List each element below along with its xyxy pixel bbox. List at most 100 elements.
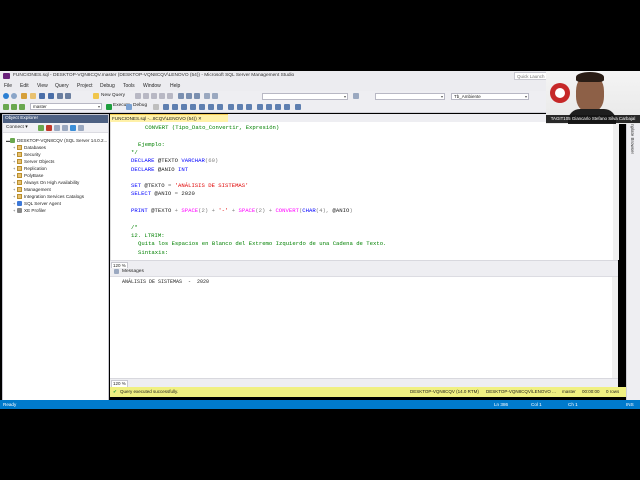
specify-values-icon[interactable] xyxy=(295,104,301,110)
dax-query-icon[interactable] xyxy=(167,93,173,99)
filter-icon[interactable] xyxy=(62,125,68,131)
code-line: SET @TEXTO = 'ANÁLISIS DE SISTEMAS' xyxy=(131,182,249,190)
new-query-icon[interactable] xyxy=(93,93,99,99)
tree-item-server-objects[interactable]: + Server Objects xyxy=(13,158,54,165)
folder-icon xyxy=(17,187,22,193)
code-line: CONVERT (Tipo_Dato_Convertir, Expresión) xyxy=(145,124,280,131)
menu-file[interactable]: File xyxy=(4,82,12,91)
messages-scrollbar[interactable] xyxy=(612,277,618,379)
connect-icon[interactable] xyxy=(3,104,9,110)
tree-item-databases[interactable]: + Databases xyxy=(13,144,46,151)
close-tab-icon[interactable]: ✕ xyxy=(198,116,202,121)
mdx-query-icon[interactable] xyxy=(143,93,149,99)
include-plan-icon[interactable] xyxy=(199,104,205,110)
letterbox-top xyxy=(0,0,640,71)
undo-icon[interactable] xyxy=(57,93,63,99)
new-project-icon[interactable] xyxy=(21,93,27,99)
tree-item-management[interactable]: + Management xyxy=(13,186,51,193)
tree-item-always-on[interactable]: + Always On High Availability xyxy=(13,179,79,186)
database-combo[interactable]: master ▾ xyxy=(30,103,102,110)
tree-item-replication[interactable]: + Replication xyxy=(13,165,47,172)
save-all-icon[interactable] xyxy=(48,93,54,99)
change-connection-icon[interactable] xyxy=(11,104,17,110)
tree-item-polybase[interactable]: + PolyBase xyxy=(13,172,43,179)
activity-monitor-icon[interactable] xyxy=(78,125,84,131)
results-file-icon[interactable] xyxy=(246,104,252,110)
template-browser-panel[interactable]: Template Browser xyxy=(626,114,640,400)
undo2-icon[interactable] xyxy=(204,93,210,99)
messages-icon xyxy=(114,269,119,274)
tree-item-sql-server-agent[interactable]: + SQL Server Agent xyxy=(13,200,61,207)
server-node[interactable]: ▬ DESKTOP-VQN8CQV (SQL Server 14.0.2... xyxy=(6,137,107,144)
xmla-query-icon[interactable] xyxy=(159,93,165,99)
cut-icon[interactable] xyxy=(178,93,184,99)
debug-icon[interactable] xyxy=(126,104,132,110)
cancel-query-icon[interactable] xyxy=(153,104,159,110)
parse-icon[interactable] xyxy=(163,104,169,110)
refresh-icon[interactable] xyxy=(70,125,76,131)
copy-icon[interactable] xyxy=(186,93,192,99)
available-db-icon[interactable] xyxy=(19,104,25,110)
target-combo[interactable]: Tb_Ambiente ▾ xyxy=(451,93,529,100)
dmx-query-icon[interactable] xyxy=(151,93,157,99)
menu-window[interactable]: Window xyxy=(143,82,161,91)
tab-funciones-sql[interactable]: FUNCIONES.sql -...8CQV\LENOVO (54)) ✕ xyxy=(110,114,228,122)
uncomment-icon[interactable] xyxy=(266,104,272,110)
status-database: master xyxy=(562,389,576,394)
folder-icon xyxy=(17,159,22,165)
sql-editor-toolbar: master ▾ Execute Debug xyxy=(0,102,640,113)
results-text-icon[interactable] xyxy=(228,104,234,110)
tree-item-security[interactable]: + Security xyxy=(13,151,41,158)
execute-icon[interactable] xyxy=(106,104,112,110)
menu-edit[interactable]: Edit xyxy=(20,82,29,91)
folder-icon xyxy=(17,145,22,151)
results-grid-icon[interactable] xyxy=(237,104,243,110)
debug-button[interactable]: Debug xyxy=(133,102,147,110)
redo-icon[interactable] xyxy=(65,93,71,99)
new-query-button[interactable]: New Query xyxy=(101,92,125,100)
editor-scrollbar[interactable] xyxy=(613,122,619,260)
solution-config-combo[interactable]: ▾ xyxy=(262,93,348,100)
intellisense-icon[interactable] xyxy=(190,104,196,110)
menu-help[interactable]: Help xyxy=(170,82,180,91)
outdent-icon[interactable] xyxy=(275,104,281,110)
tab-messages[interactable]: Messages xyxy=(122,268,144,276)
back-icon[interactable] xyxy=(3,93,9,99)
message-output: ANÁLISIS DE SISTEMAS - 2020 xyxy=(122,279,210,285)
menu-project[interactable]: Project xyxy=(77,82,93,91)
save-icon[interactable] xyxy=(39,93,45,99)
indent-icon[interactable] xyxy=(284,104,290,110)
paste-icon[interactable] xyxy=(194,93,200,99)
messages-pane[interactable]: ANÁLISIS DE SISTEMAS - 2020 xyxy=(110,276,618,379)
menu-view[interactable]: View xyxy=(37,82,48,91)
folder-icon xyxy=(17,152,22,158)
db-engine-query-icon[interactable] xyxy=(135,93,141,99)
window-title: FUNCIONES.sql - DESKTOP-VQN8CQV.master (… xyxy=(13,73,295,78)
status-rows: 0 rows xyxy=(606,389,620,394)
client-stats-icon[interactable] xyxy=(217,104,223,110)
connect-oe-icon[interactable] xyxy=(38,125,44,131)
forward-icon[interactable] xyxy=(11,93,17,99)
live-stats-icon[interactable] xyxy=(208,104,214,110)
connect-button[interactable]: Connect ▾ xyxy=(6,123,28,132)
comment-icon[interactable] xyxy=(257,104,263,110)
menu-debug[interactable]: Debug xyxy=(100,82,115,91)
menu-query[interactable]: Query xyxy=(55,82,69,91)
menu-tools[interactable]: Tools xyxy=(123,82,135,91)
find-combo[interactable]: ▾ xyxy=(375,93,445,100)
code-line: DECLARE @ANIO INT xyxy=(131,165,189,173)
open-file-icon[interactable] xyxy=(30,93,36,99)
status-bar: Ready Ln 386 Col 1 Ch 1 INS xyxy=(0,400,640,409)
agent-icon xyxy=(17,201,22,207)
status-char: Ch 1 xyxy=(568,402,578,407)
folder-icon xyxy=(17,173,22,179)
redo2-icon[interactable] xyxy=(212,93,218,99)
stop-icon[interactable] xyxy=(54,125,60,131)
query-designer-icon[interactable] xyxy=(181,104,187,110)
find-icon[interactable] xyxy=(353,93,359,99)
tree-item-xe-profiler[interactable]: + XE Profiler xyxy=(13,207,46,214)
sql-editor[interactable]: CONVERT (Tipo_Dato_Convertir, Expresión)… xyxy=(110,122,619,260)
disconnect-icon[interactable] xyxy=(46,125,52,131)
estimated-plan-icon[interactable] xyxy=(172,104,178,110)
tree-item-integration-services[interactable]: + Integration Services Catalogs xyxy=(13,193,84,200)
